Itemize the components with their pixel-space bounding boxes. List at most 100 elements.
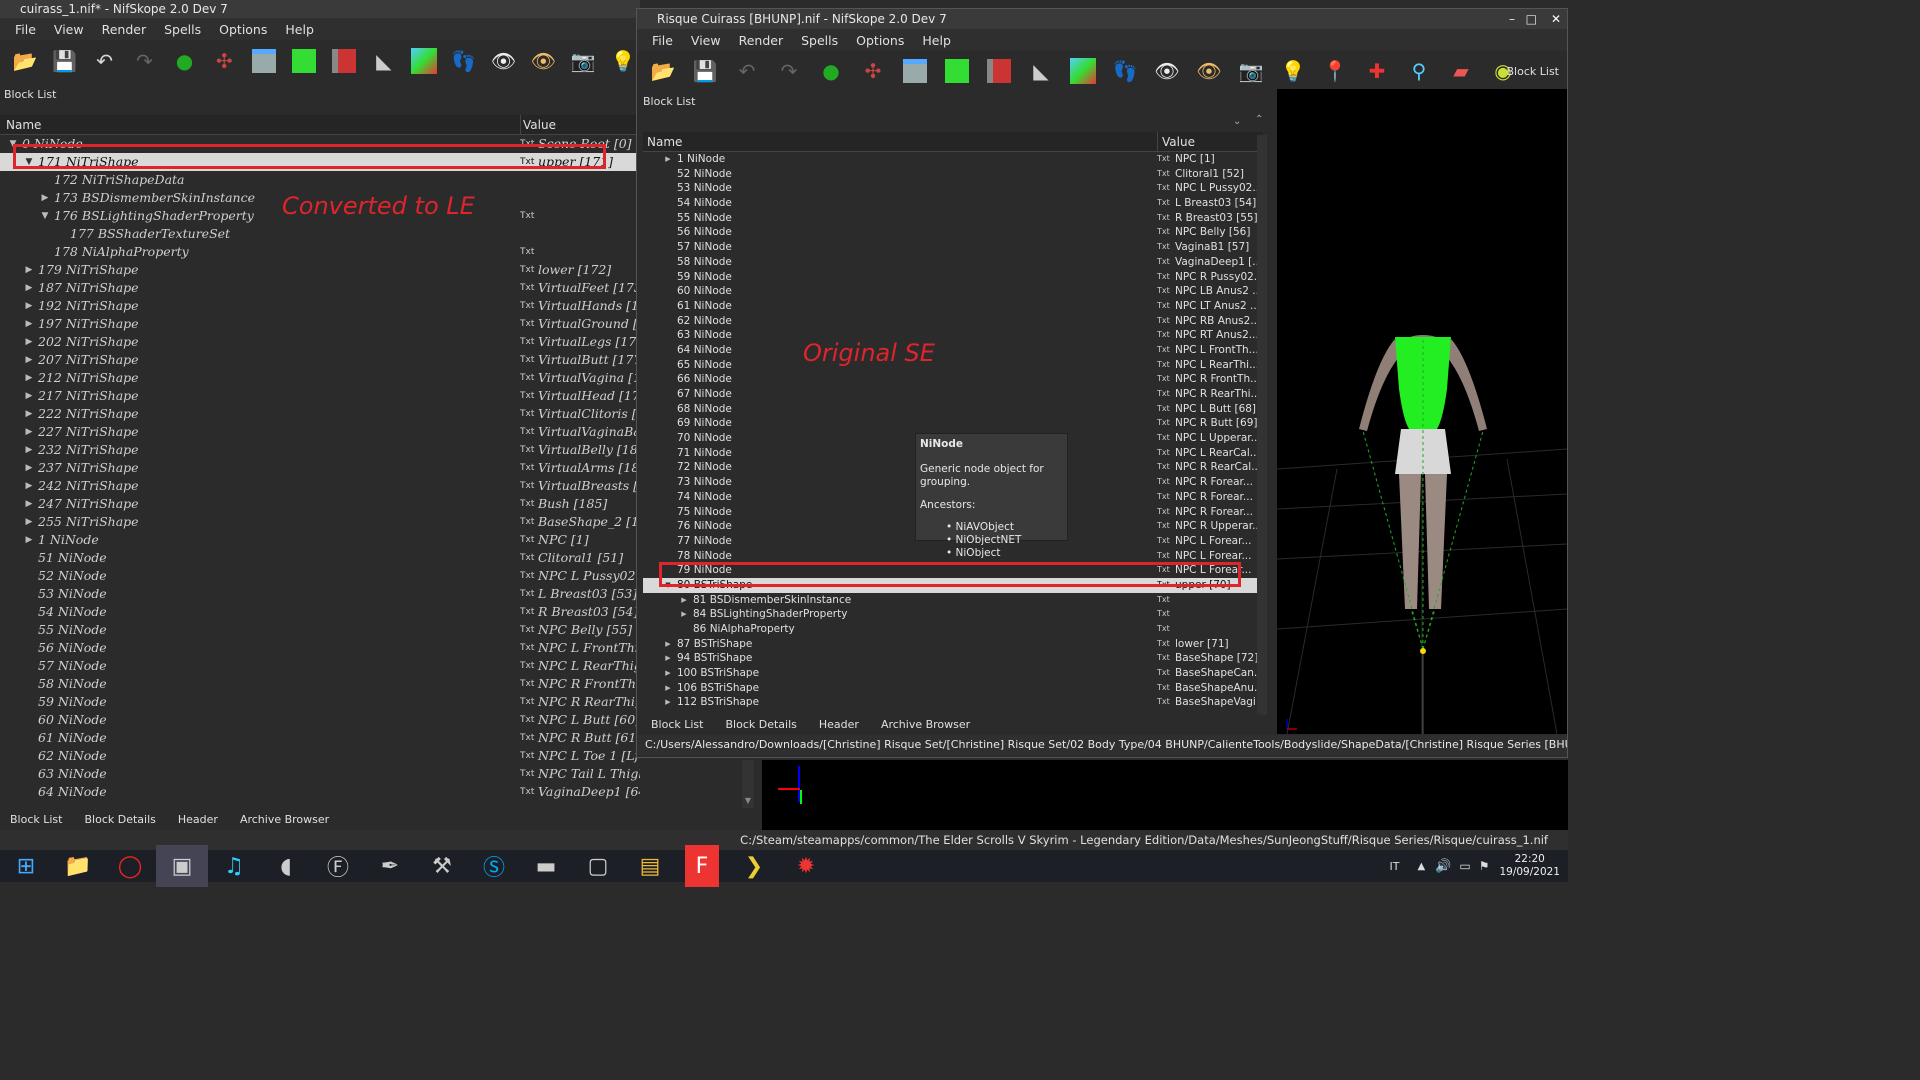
left-viewport-strip[interactable]	[762, 760, 1568, 830]
menu-file[interactable]: File	[6, 22, 45, 37]
tree-row[interactable]: 59 NiNode TxtNPC R RearThigh [59	[0, 693, 640, 711]
collapsed-arrow-icon[interactable]: ▶	[24, 531, 34, 549]
collapsed-arrow-icon[interactable]: ▶	[679, 593, 689, 608]
menu-spells[interactable]: Spells	[792, 33, 847, 48]
select-object-icon[interactable]: ●	[168, 43, 202, 79]
right-toolbar-block-list[interactable]: Block List	[1507, 65, 1559, 78]
view-front-icon[interactable]	[897, 53, 933, 89]
tab-block-details[interactable]: Block Details	[715, 718, 806, 731]
collapsed-arrow-icon[interactable]: ▶	[24, 297, 34, 315]
language-indicator[interactable]: IT	[1390, 860, 1400, 873]
tree-row[interactable]: ▶ 247 NiTriShape Txt Bush [185]	[0, 495, 640, 513]
view-user-icon[interactable]: ◣	[367, 43, 401, 79]
plugin-icon[interactable]: ❯	[728, 845, 780, 887]
tree-row[interactable]: 57 NiNode TxtNPC L RearThigh [57]	[0, 657, 640, 675]
right-col-name[interactable]: Name	[647, 132, 682, 152]
tree-row[interactable]: ▶ 100 BSTriShape Txt BaseShapeCan...	[643, 666, 1263, 681]
right-col-value[interactable]: Value	[1157, 132, 1195, 152]
collapsed-arrow-icon[interactable]: ▶	[24, 513, 34, 531]
tree-row[interactable]: 60 NiNode Txt NPC LB Anus2 ...	[643, 284, 1263, 299]
menu-view[interactable]: View	[682, 33, 730, 48]
select-vertex-icon[interactable]: ✣	[855, 53, 891, 89]
menu-help[interactable]: Help	[276, 22, 323, 37]
menu-help[interactable]: Help	[913, 33, 960, 48]
tree-row[interactable]: ▶ 179 NiTriShape Txt lower [172]	[0, 261, 640, 279]
collapsed-arrow-icon[interactable]: ▶	[663, 152, 673, 167]
tree-row[interactable]: ▶ 227 NiTriShape TxtVirtualVaginaBack [18	[0, 423, 640, 441]
tree-row[interactable]: 60 NiNode Txt NPC L Butt [60]	[0, 711, 640, 729]
tree-row[interactable]: 64 NiNode Txt VaginaDeep1 [64]	[0, 783, 640, 801]
tree-row[interactable]: 178 NiAlphaProperty Txt	[0, 243, 640, 261]
tree-row[interactable]: ▶ 242 NiTriShape TxtVirtualBreasts [184]	[0, 477, 640, 495]
menu-spells[interactable]: Spells	[155, 22, 210, 37]
volume-icon[interactable]: 🔊	[1435, 859, 1451, 874]
tray-arrow-icon[interactable]: ▲	[1417, 861, 1425, 872]
eye-highlight-icon[interactable]: 👁	[526, 43, 560, 79]
menu-file[interactable]: File	[643, 33, 682, 48]
undo-icon[interactable]: ↶	[729, 53, 765, 89]
tree-row[interactable]: 52 NiNode Txt Clitoral1 [52]	[643, 167, 1263, 182]
skype-icon[interactable]: Ⓢ	[468, 845, 520, 887]
maximize-button[interactable]: □	[1526, 9, 1537, 29]
collapsed-arrow-icon[interactable]: ▶	[663, 681, 673, 696]
tree-row[interactable]: 58 NiNode Txt VaginaDeep1 [...	[643, 255, 1263, 270]
view-perspective-icon[interactable]	[1065, 53, 1101, 89]
tree-row[interactable]: 61 NiNode Txt NPC R Butt [61]	[0, 729, 640, 747]
collapsed-arrow-icon[interactable]: ▶	[663, 651, 673, 666]
tree-row[interactable]: ▶ 202 NiTriShape Txt VirtualLegs [176]	[0, 333, 640, 351]
collapsed-arrow-icon[interactable]: ▶	[40, 189, 50, 207]
opera-icon[interactable]: ◯	[104, 845, 156, 887]
tree-row[interactable]: 172 NiTriShapeData	[0, 171, 640, 189]
open-icon[interactable]: 📂	[8, 43, 42, 79]
eye-icon[interactable]: 👁	[487, 43, 521, 79]
tree-row[interactable]: ▶ 232 NiTriShape Txt VirtualBelly [182]	[0, 441, 640, 459]
select-object-icon[interactable]: ●	[813, 53, 849, 89]
collapsed-arrow-icon[interactable]: ▶	[24, 315, 34, 333]
mod-manager-icon[interactable]: ▬	[520, 845, 572, 887]
save-icon[interactable]: 💾	[48, 43, 82, 79]
tree-row[interactable]: ▶ 237 NiTriShape TxtVirtualArms [183]	[0, 459, 640, 477]
walk-icon[interactable]: 👣	[1107, 53, 1143, 89]
redo-icon[interactable]: ↷	[771, 53, 807, 89]
tab-archive-browser[interactable]: Archive Browser	[871, 718, 980, 731]
start-button-icon[interactable]: ⊞	[0, 845, 52, 887]
left-scrollbar[interactable]: ▼	[742, 760, 754, 810]
menu-options[interactable]: Options	[210, 22, 276, 37]
collapsed-arrow-icon[interactable]: ▶	[663, 637, 673, 652]
menu-render[interactable]: Render	[730, 33, 793, 48]
pen-icon[interactable]: ✒	[364, 845, 416, 887]
tab-block-details[interactable]: Block Details	[74, 813, 165, 826]
collapsed-arrow-icon[interactable]: ▶	[24, 423, 34, 441]
music-icon[interactable]: ♫	[208, 845, 260, 887]
left-col-value[interactable]: Value	[520, 115, 556, 135]
tree-row[interactable]: 177 BSShaderTextureSet	[0, 225, 640, 243]
collapsed-arrow-icon[interactable]: ▶	[24, 495, 34, 513]
tree-row[interactable]: ▶ 212 NiTriShape TxtVirtualVagina [178]	[0, 369, 640, 387]
tree-row[interactable]: 63 NiNode TxtNPC Tail L Thigh [LThg] [63]	[0, 765, 640, 783]
tree-row[interactable]: ▶ 222 NiTriShape TxtVirtualClitoris [180]	[0, 405, 640, 423]
collapsed-arrow-icon[interactable]: ▶	[24, 261, 34, 279]
minimize-button[interactable]: –	[1509, 9, 1515, 29]
collapsed-arrow-icon[interactable]: ▶	[24, 459, 34, 477]
tree-row[interactable]: ▶ 81 BSDismemberSkinInstance Txt	[643, 593, 1263, 608]
tree-row[interactable]: ▶ 94 BSTriShape Txt BaseShape [72]	[643, 651, 1263, 666]
menu-view[interactable]: View	[45, 22, 93, 37]
tree-row[interactable]: 55 NiNode Txt NPC Belly [55]	[0, 621, 640, 639]
collapsed-arrow-icon[interactable]: ▶	[24, 387, 34, 405]
tree-row[interactable]: ▶ 197 NiTriShape TxtVirtualGround [175]	[0, 315, 640, 333]
tree-row[interactable]: ▶ 106 BSTriShape Txt BaseShapeAnu...	[643, 681, 1263, 696]
window-icon[interactable]: ▢	[572, 845, 624, 887]
tree-row[interactable]: ▶ 192 NiTriShape TxtVirtualHands [174]	[0, 297, 640, 315]
eye-highlight-icon[interactable]: 👁	[1191, 53, 1227, 89]
open-icon[interactable]: 📂	[645, 53, 681, 89]
left-col-name[interactable]: Name	[6, 115, 41, 135]
save-icon[interactable]: 💾	[687, 53, 723, 89]
f-app-icon[interactable]: F	[685, 845, 719, 887]
tree-row[interactable]: 54 NiNode Txt L Breast03 [54]	[643, 196, 1263, 211]
right-scrollbar[interactable]	[1257, 135, 1267, 715]
tree-row[interactable]: 63 NiNode Txt NPC RT Anus2...	[643, 328, 1263, 343]
tree-row[interactable]: ▶ 87 BSTriShape Txt lower [71]	[643, 637, 1263, 652]
skeleton-icon[interactable]: ⚲	[1401, 53, 1437, 89]
light-bulb-icon[interactable]: 💡	[606, 43, 640, 79]
collapse-icon[interactable]: ⌄	[1233, 116, 1241, 127]
